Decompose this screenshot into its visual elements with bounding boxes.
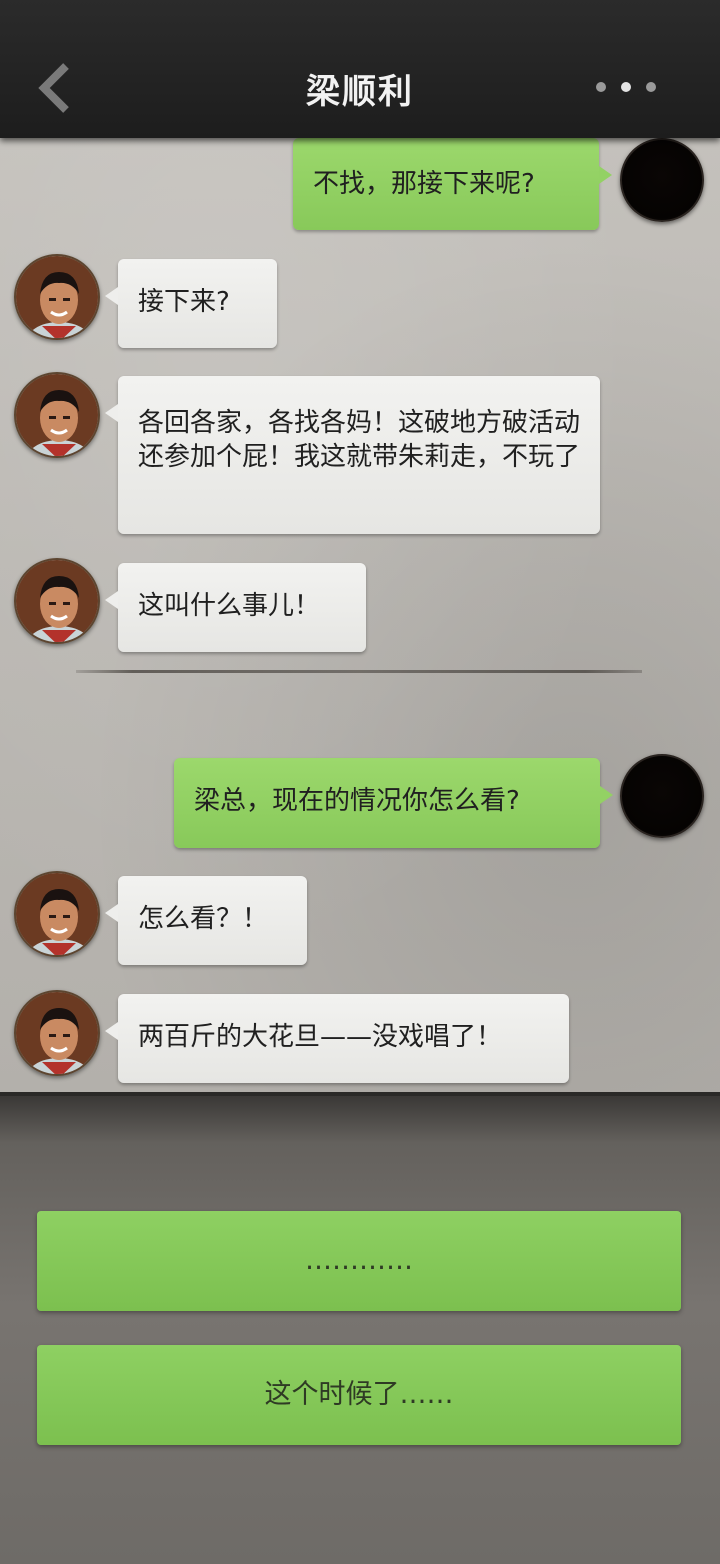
dot-icon — [621, 82, 631, 92]
more-options-button[interactable] — [588, 76, 664, 98]
section-divider — [76, 670, 642, 673]
top-bar: 梁顺利 — [0, 0, 720, 138]
message-bubble-player: 梁总，现在的情况你怎么看? — [174, 758, 613, 848]
npc-avatar — [14, 372, 100, 458]
message-bubble-npc: 这叫什么事儿！ — [105, 563, 366, 652]
message-bubble-player: 不找，那接下来呢? — [293, 138, 612, 230]
npc-avatar — [14, 871, 100, 957]
message-bubble-npc: 怎么看？！ — [105, 876, 307, 965]
player-avatar — [620, 138, 704, 222]
chat-area[interactable]: 不找，那接下来呢? 接下来? 各回各家，各找各妈！这破地方破活动还参加个屁！我这… — [0, 138, 720, 1092]
message-bubble-npc: 各回各家，各找各妈！这破地方破活动还参加个屁！我这就带朱莉走，不玩了 — [105, 376, 600, 534]
message-bubble-npc: 接下来? — [105, 259, 277, 348]
choice-button-1[interactable]: ………… — [37, 1211, 681, 1311]
dot-icon — [646, 82, 656, 92]
dot-icon — [596, 82, 606, 92]
choice-button-2[interactable]: 这个时候了…… — [37, 1345, 681, 1445]
choice-panel: ………… 这个时候了…… — [0, 1092, 720, 1564]
player-avatar — [620, 754, 704, 838]
npc-avatar — [14, 990, 100, 1076]
npc-avatar — [14, 254, 100, 340]
message-bubble-npc: 两百斤的大花旦——没戏唱了！ — [105, 994, 569, 1083]
npc-avatar — [14, 558, 100, 644]
